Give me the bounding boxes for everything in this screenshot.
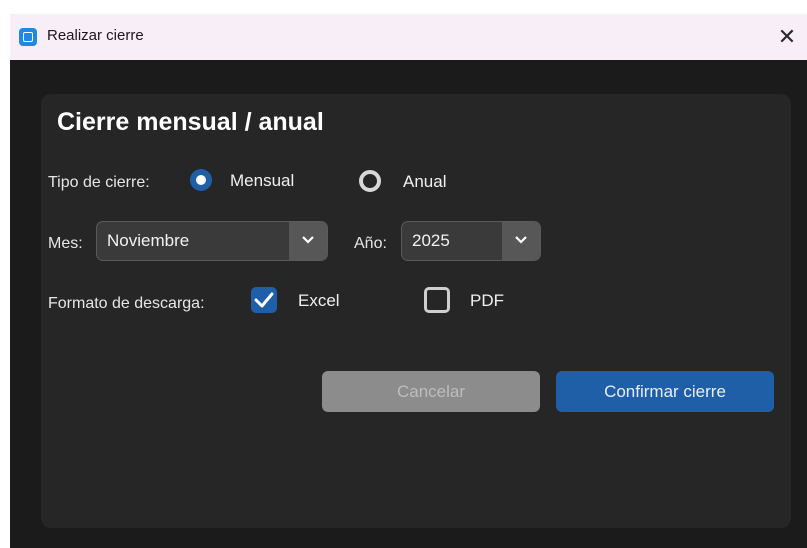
year-dropdown-arrow[interactable] — [502, 222, 540, 260]
year-value: 2025 — [412, 231, 450, 250]
close-button[interactable]: ✕ — [767, 14, 807, 60]
checkbox-excel-label[interactable]: Excel — [298, 291, 340, 311]
closing-type-label: Tipo de cierre: — [48, 174, 150, 191]
title-bar: Realizar cierre ✕ — [10, 14, 807, 60]
chevron-down-icon — [515, 236, 527, 244]
month-value: Noviembre — [107, 231, 190, 250]
checkbox-pdf[interactable] — [424, 287, 450, 313]
app-window-icon — [19, 28, 37, 46]
month-dropdown-arrow[interactable] — [289, 222, 327, 260]
year-select[interactable]: 2025 — [401, 221, 541, 261]
radio-anual[interactable] — [359, 170, 381, 192]
month-select[interactable]: Noviembre — [96, 221, 328, 261]
panel-heading: Cierre mensual / anual — [57, 108, 324, 136]
closing-panel: Cierre mensual / anual Tipo de cierre: M… — [41, 94, 791, 528]
checkbox-excel[interactable] — [251, 287, 277, 313]
download-format-label: Formato de descarga: — [48, 295, 205, 312]
chevron-down-icon — [302, 236, 314, 244]
window-title: Realizar cierre — [47, 27, 144, 44]
radio-anual-label[interactable]: Anual — [403, 172, 446, 192]
year-label: Año: — [354, 235, 387, 252]
radio-mensual-label[interactable]: Mensual — [230, 171, 294, 191]
dialog-window: Realizar cierre ✕ Cierre mensual / anual… — [10, 14, 807, 548]
background-strip — [0, 0, 807, 14]
cancel-button[interactable]: Cancelar — [322, 371, 540, 412]
checkmark-icon — [254, 292, 274, 308]
radio-mensual[interactable] — [190, 169, 212, 191]
confirm-button[interactable]: Confirmar cierre — [556, 371, 774, 412]
month-label: Mes: — [48, 235, 83, 252]
checkbox-pdf-label[interactable]: PDF — [470, 291, 504, 311]
